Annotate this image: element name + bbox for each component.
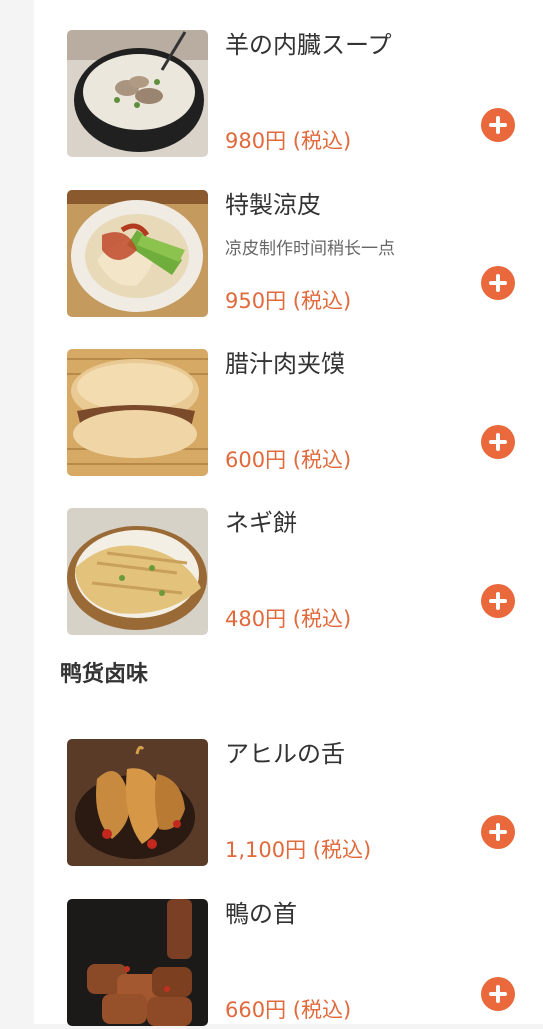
plus-circle-icon — [489, 433, 507, 451]
food-image — [67, 899, 208, 1026]
food-image — [67, 30, 208, 157]
menu-item[interactable]: アヒルの舌 1,100円 (税込) — [34, 739, 543, 869]
item-name: 腊汁肉夹馍 — [225, 350, 345, 378]
menu-item[interactable]: 特製涼皮 凉皮制作时间稍长一点 950円 (税込) — [34, 190, 543, 320]
menu-item[interactable]: 羊の内臓スープ 980円 (税込) — [34, 30, 543, 160]
section-title: 鸭货卤味 — [60, 662, 149, 687]
plus-circle-icon — [489, 985, 507, 1003]
add-to-cart-button[interactable] — [481, 108, 515, 142]
add-to-cart-button[interactable] — [481, 425, 515, 459]
add-to-cart-button[interactable] — [481, 266, 515, 300]
item-name: 特製涼皮 — [225, 191, 321, 219]
item-name: アヒルの舌 — [225, 740, 345, 768]
item-price: 980円 (税込) — [225, 129, 352, 153]
item-price: 660円 (税込) — [225, 998, 352, 1022]
add-to-cart-button[interactable] — [481, 977, 515, 1011]
plus-circle-icon — [489, 592, 507, 610]
menu-panel: 羊の内臓スープ 980円 (税込) 特製涼皮 凉皮制作时间稍长一点 950円 (… — [34, 0, 543, 1026]
menu-item[interactable]: ネギ餅 480円 (税込) — [34, 508, 543, 638]
add-to-cart-button[interactable] — [481, 584, 515, 618]
item-name: 鴨の首 — [225, 900, 297, 928]
food-image — [67, 349, 208, 476]
menu-item[interactable]: 鴨の首 660円 (税込) — [34, 899, 543, 1029]
plus-circle-icon — [489, 823, 507, 841]
item-name: ネギ餅 — [225, 509, 297, 537]
plus-circle-icon — [489, 116, 507, 134]
food-image — [67, 508, 208, 635]
item-price: 600円 (税込) — [225, 448, 352, 472]
plus-circle-icon — [489, 274, 507, 292]
item-name: 羊の内臓スープ — [225, 31, 392, 59]
menu-item[interactable]: 腊汁肉夹馍 600円 (税込) — [34, 349, 543, 479]
item-description: 凉皮制作时间稍长一点 — [225, 239, 395, 259]
food-image — [67, 190, 208, 317]
food-image — [67, 739, 208, 866]
item-price: 480円 (税込) — [225, 607, 352, 631]
add-to-cart-button[interactable] — [481, 815, 515, 849]
item-price: 1,100円 (税込) — [225, 838, 372, 862]
item-price: 950円 (税込) — [225, 289, 352, 313]
